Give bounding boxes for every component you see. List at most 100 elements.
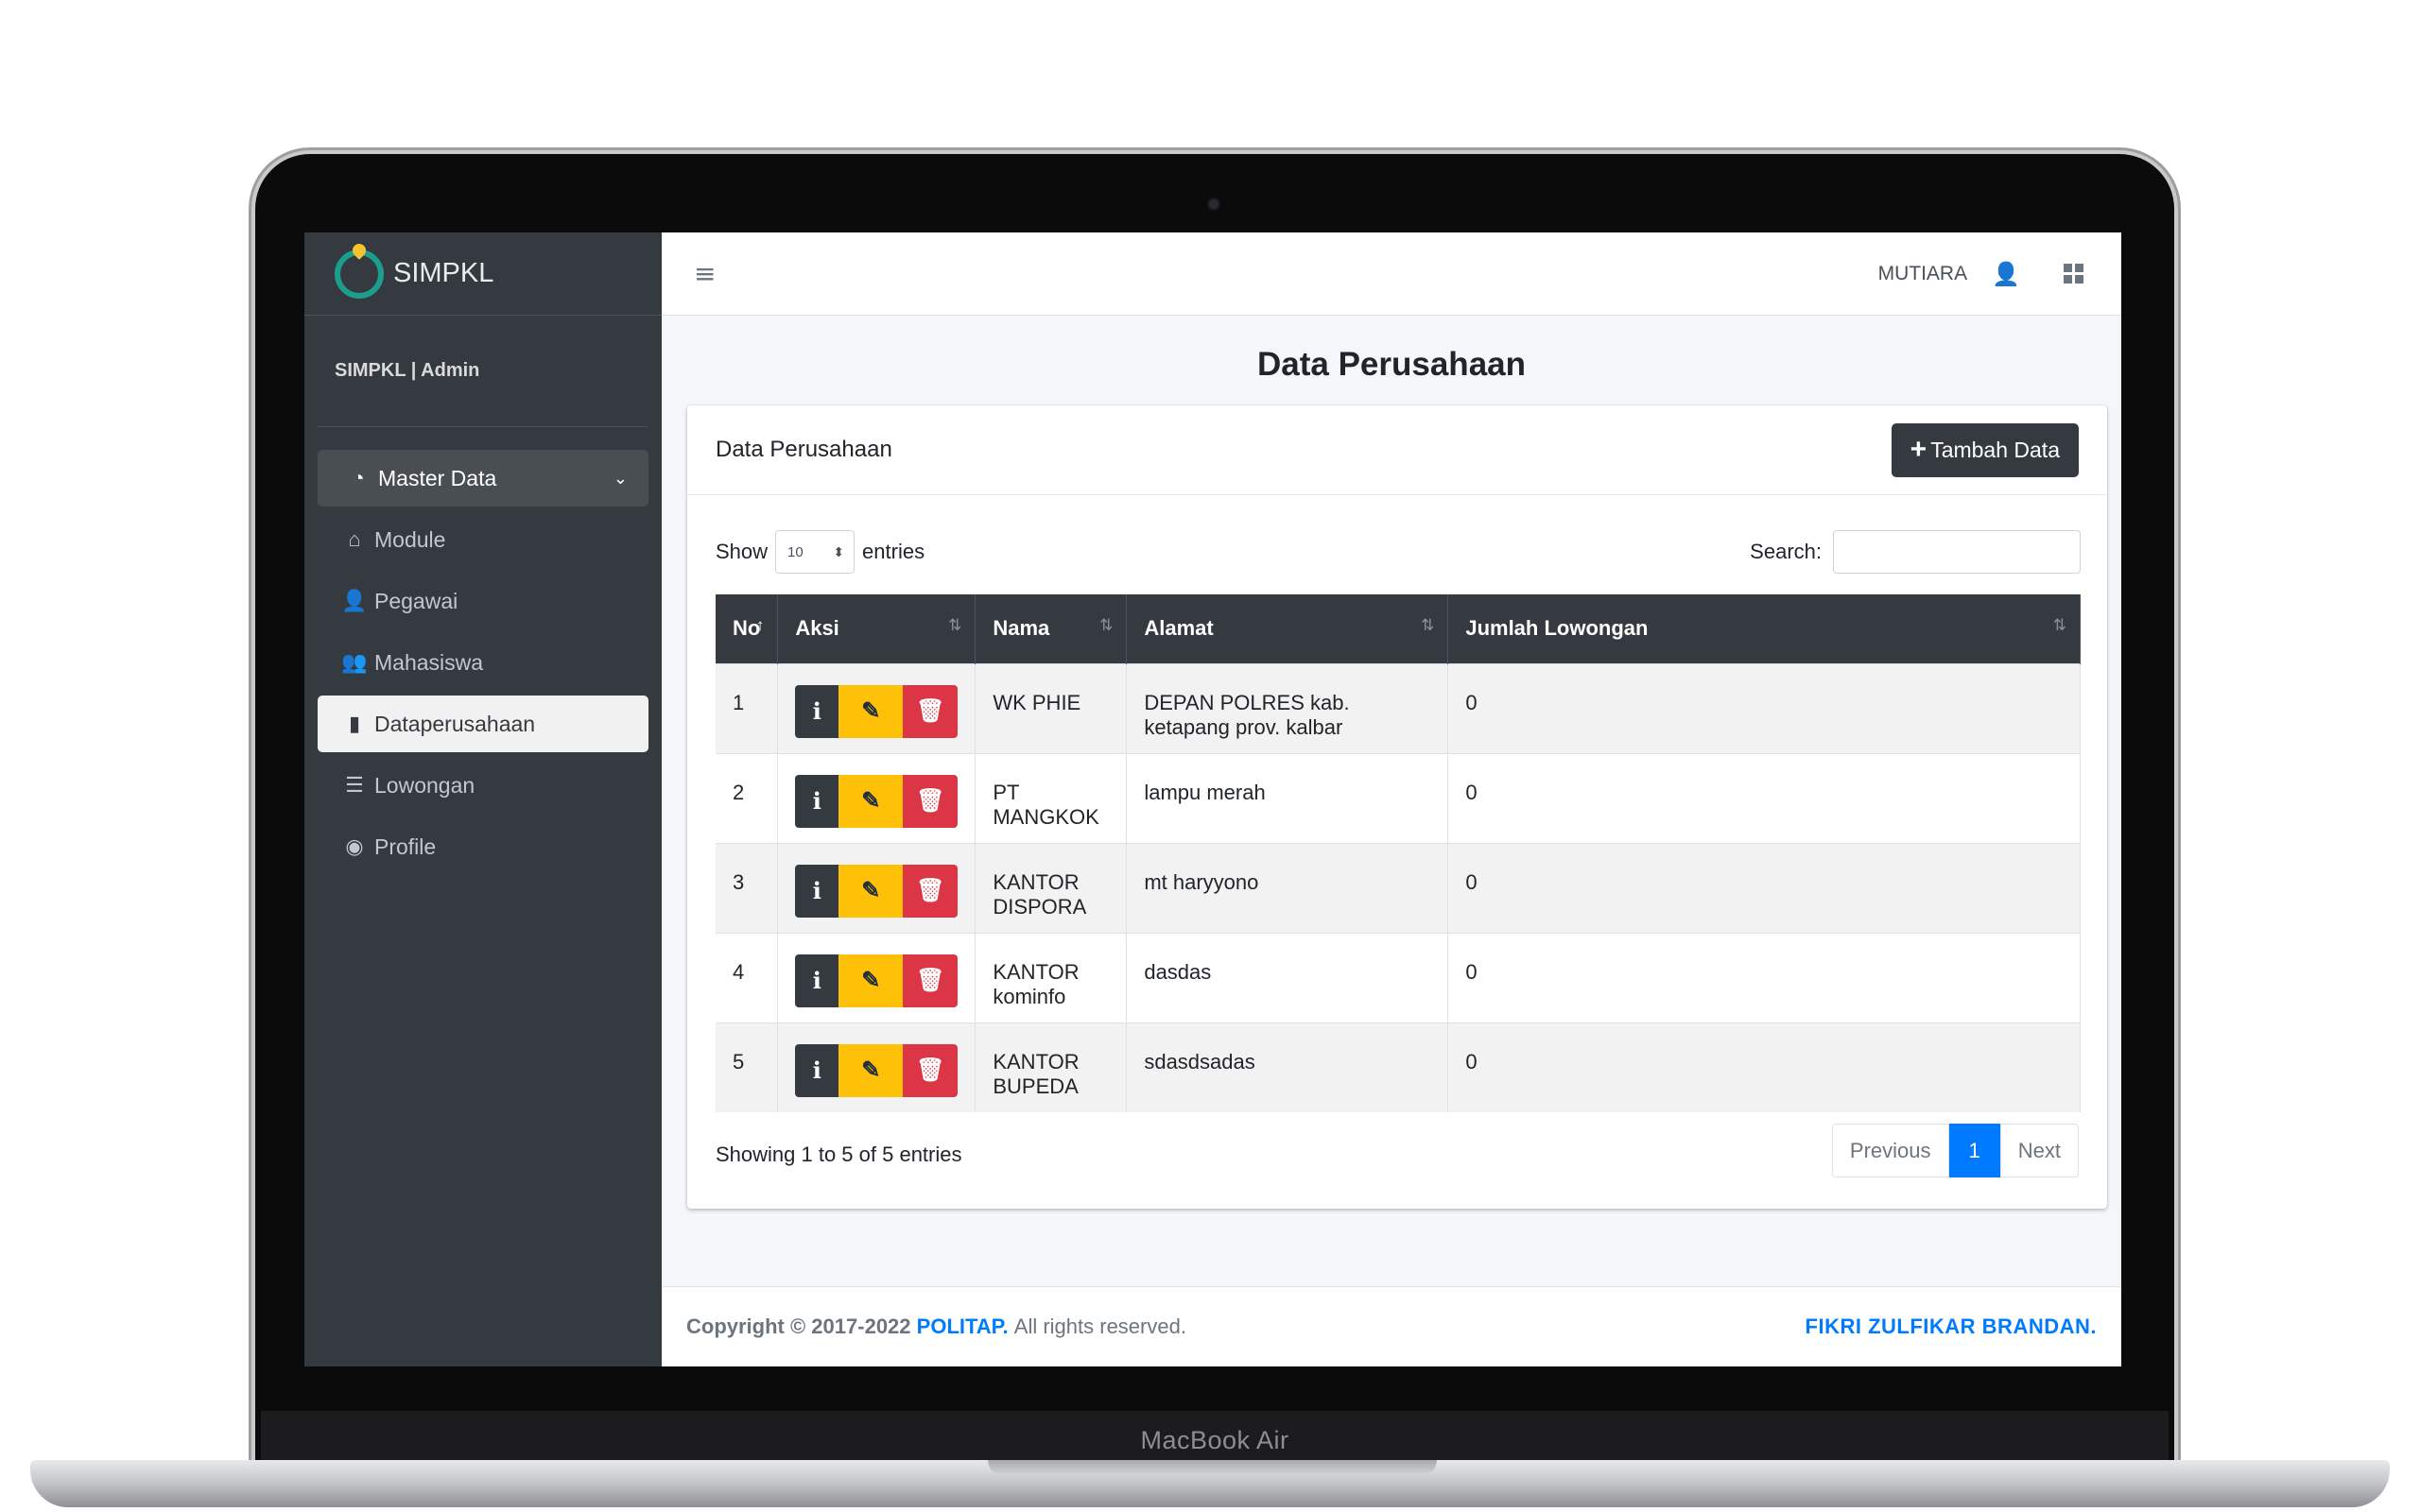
sidebar-item-label: Pegawai (374, 588, 458, 613)
sort-icon: ⇅ (1421, 616, 1435, 635)
edit-button[interactable]: ✎ (838, 954, 904, 1007)
sidebar-item-lowongan[interactable]: ☰ Lowongan (318, 757, 648, 814)
edit-button[interactable]: ✎ (838, 864, 904, 918)
select-arrows-icon: ⬍ (833, 543, 845, 559)
user-circle-icon: ◉ (345, 834, 364, 858)
pagination-page-1[interactable]: 1 (1948, 1124, 2000, 1177)
table-row: 4 i ✎ 🗑 KANTOR kominfo dasdas 0 (716, 932, 2081, 1022)
sidebar-item-label: Module (374, 526, 446, 552)
user-icon: 👤 (341, 589, 368, 612)
delete-button[interactable]: 🗑 (903, 684, 959, 738)
cell-actions: i ✎ 🗑 (777, 752, 977, 843)
cell-nama: WK PHIE (975, 662, 1128, 753)
entries-label: entries (862, 540, 925, 563)
search-wrap: Search: (1750, 530, 2081, 574)
cell-no: 2 (716, 752, 779, 843)
companies-table: No ↑ Aksi ⇅ Nama ⇅ Alamat ⇅ Jumlah Lowongan ⇅ (716, 594, 2081, 1112)
cell-actions: i ✎ 🗑 (777, 932, 977, 1022)
sidebar-item-master-data[interactable]: ◔ Master Data ⌄ (318, 450, 648, 507)
cell-nama: KANTOR BUPEDA (975, 1022, 1128, 1112)
sidebar-item-label: Lowongan (374, 772, 475, 798)
user-panel: SIMPKL | Admin (318, 316, 648, 427)
tachometer-icon: ◔ (352, 466, 365, 490)
pagination: Previous 1 Next (1831, 1124, 2079, 1177)
cell-nama: KANTOR DISPORA (975, 842, 1128, 933)
cell-alamat: lampu merah (1126, 752, 1449, 843)
sidebar-item-module[interactable]: ⌂ Module (318, 511, 648, 568)
footer-author[interactable]: FIKRI ZULFIKAR BRANDAN. (1806, 1314, 2097, 1339)
column-header-aksi[interactable]: Aksi ⇅ (777, 594, 977, 663)
info-button[interactable]: i (795, 954, 839, 1007)
sidebar-item-profile[interactable]: ◉ Profile (318, 818, 648, 875)
sort-icon: ⇅ (1099, 616, 1114, 635)
edit-button[interactable]: ✎ (838, 684, 904, 738)
main-footer: Copyright © 2017-2022 POLITAP. All right… (662, 1286, 2121, 1366)
card-header: Data Perusahaan + Tambah Data (687, 405, 2107, 495)
chevron-down-icon: ⌄ (613, 468, 628, 488)
cell-alamat: dasdas (1126, 932, 1449, 1022)
cell-jumlah: 0 (1447, 842, 2081, 933)
sidebar-item-pegawai[interactable]: 👤 Pegawai (318, 573, 648, 629)
delete-button[interactable]: 🗑 (903, 1043, 959, 1097)
add-data-button[interactable]: + Tambah Data (1891, 422, 2079, 477)
sidebar-item-label: Profile (374, 833, 437, 859)
cell-no: 3 (716, 842, 779, 933)
cell-actions: i ✎ 🗑 (777, 842, 977, 933)
delete-button[interactable]: 🗑 (903, 774, 959, 828)
column-header-jumlah-lowongan[interactable]: Jumlah Lowongan ⇅ (1447, 594, 2081, 663)
camera-icon (1209, 199, 1219, 209)
cell-jumlah: 0 (1447, 662, 2081, 753)
topbar-username[interactable]: MUTIARA (1878, 263, 1968, 285)
cell-nama: KANTOR kominfo (975, 932, 1128, 1022)
brand-name: SIMPKL (393, 258, 494, 288)
grid-icon[interactable] (2064, 264, 2083, 284)
show-label: Show (716, 540, 769, 563)
sidebar-item-mahasiswa[interactable]: 👥 Mahasiswa (318, 634, 648, 691)
brand-logo-icon (335, 249, 384, 299)
sidebar-item-label: Mahasiswa (374, 649, 484, 675)
info-button[interactable]: i (795, 684, 839, 738)
sort-icon: ⇅ (2052, 616, 2066, 635)
user-icon[interactable]: 👤 (1992, 261, 2020, 287)
cell-alamat: sdasdsadas (1126, 1022, 1449, 1112)
column-header-alamat[interactable]: Alamat ⇅ (1126, 594, 1449, 663)
sidebar: SIMPKL SIMPKL | Admin ◔ Master Data ⌄ ⌂ … (304, 232, 662, 1366)
laptop-notch (988, 1460, 1437, 1475)
sidebar-item-label: Dataperusahaan (374, 711, 536, 736)
delete-button[interactable]: 🗑 (903, 864, 959, 918)
plus-icon: + (1910, 434, 1927, 465)
table-row: 1 i ✎ 🗑 WK PHIE DEPAN POLRES kab. ketapa… (716, 662, 2081, 753)
cell-no: 5 (716, 1022, 779, 1112)
cell-jumlah: 0 (1447, 1022, 2081, 1112)
sort-asc-icon: ↑ (755, 616, 765, 635)
table-info: Showing 1 to 5 of 5 entries (716, 1143, 962, 1166)
edit-button[interactable]: ✎ (838, 1043, 904, 1097)
cell-jumlah: 0 (1447, 752, 2081, 843)
edit-button[interactable]: ✎ (838, 774, 904, 828)
pagination-previous[interactable]: Previous (1831, 1124, 1949, 1177)
table-controls: Show 10 ⬍ entries Search: (716, 528, 2081, 576)
cell-no: 4 (716, 932, 779, 1022)
home-icon: ⌂ (348, 527, 361, 551)
cell-alamat: mt haryyono (1126, 842, 1449, 933)
footer-org-link[interactable]: POLITAP. (917, 1314, 1009, 1339)
page-length-value: 10 (787, 543, 804, 560)
cell-nama: PT MANGKOK (975, 752, 1128, 843)
table-row: 5 i ✎ 🗑 KANTOR BUPEDA sdasdsadas 0 (716, 1022, 2081, 1112)
delete-button[interactable]: 🗑 (903, 954, 959, 1007)
brand-link[interactable]: SIMPKL (304, 232, 662, 316)
info-button[interactable]: i (795, 864, 839, 918)
list-icon: ☰ (345, 773, 364, 797)
page-length-select[interactable]: 10 ⬍ (775, 530, 856, 574)
search-input[interactable] (1833, 530, 2081, 574)
user-panel-name[interactable]: SIMPKL | Admin (335, 360, 479, 382)
sidebar-item-dataperusahaan[interactable]: ▮ Dataperusahaan (318, 696, 648, 752)
sort-icon: ⇅ (948, 616, 962, 635)
page-title: Data Perusahaan (1256, 346, 1527, 383)
pagination-next[interactable]: Next (1999, 1124, 2079, 1177)
info-button[interactable]: i (795, 1043, 839, 1097)
info-button[interactable]: i (795, 774, 839, 828)
hamburger-icon[interactable]: ≡ (694, 258, 716, 289)
column-header-no[interactable]: No ↑ (716, 594, 779, 663)
column-header-nama[interactable]: Nama ⇅ (975, 594, 1128, 663)
